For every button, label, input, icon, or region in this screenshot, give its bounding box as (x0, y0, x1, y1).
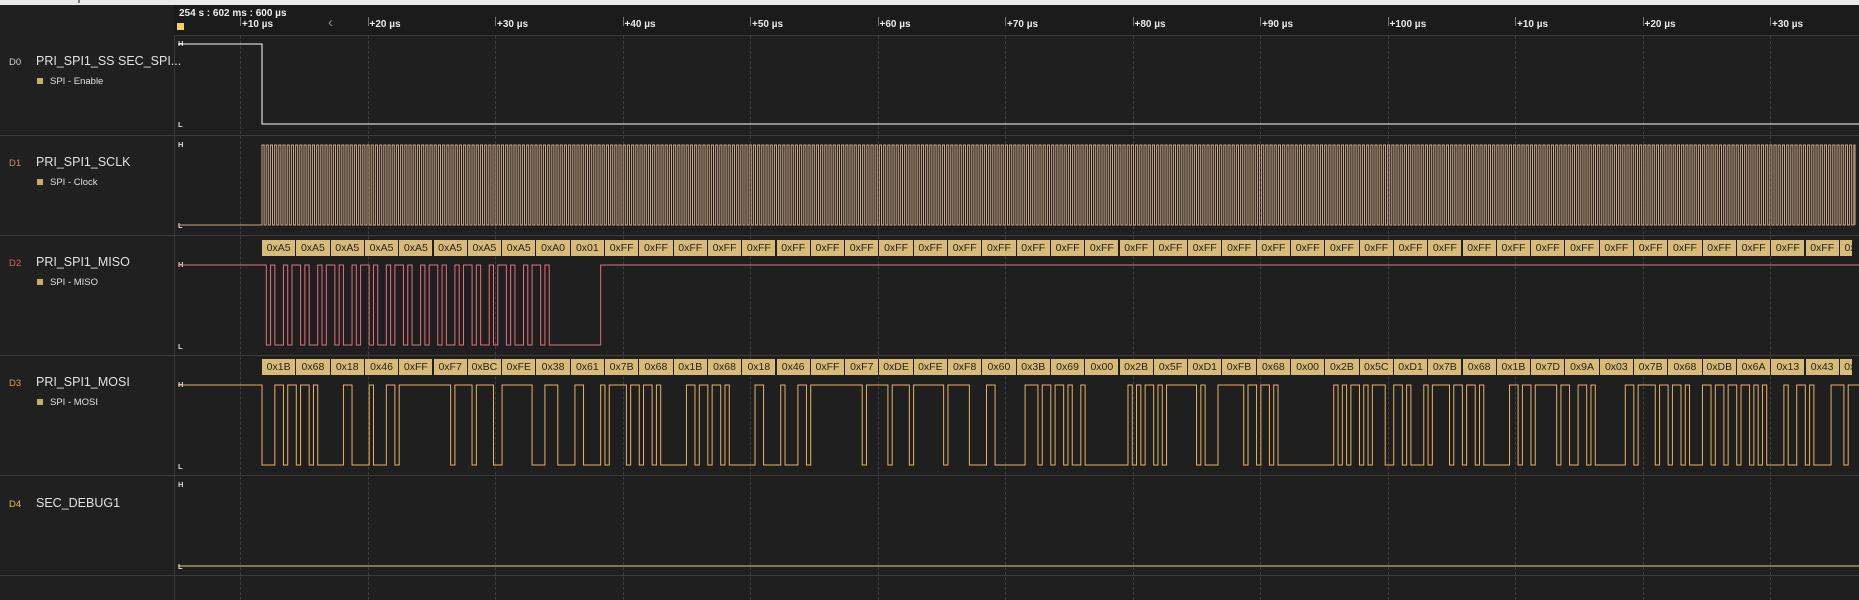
channel-d1-analyzer[interactable]: SPI - Clock (37, 177, 98, 188)
channel-d2-info[interactable]: D2 PRI_SPI1_MISO SPI - MISO (0, 246, 174, 336)
channel-d3-number: D3 (9, 378, 22, 389)
d0-waveform (178, 43, 1859, 125)
waveform-svg (178, 43, 1859, 567)
channel-d0-analyzer[interactable]: SPI - Enable (37, 76, 103, 87)
channel-d1-info[interactable]: D1 PRI_SPI1_SCLK SPI - Clock (0, 146, 174, 236)
d3-waveform (178, 384, 1859, 466)
channel-d3-name[interactable]: PRI_SPI1_MOSI (36, 375, 130, 389)
channel-d2-name[interactable]: PRI_SPI1_MISO (36, 255, 130, 269)
waveform-area[interactable] (174, 0, 1859, 600)
logic-analyzer-window: ‹ 254 s : 602 ms : 600 µs +10 µs +20 µs +3… (0, 0, 1859, 600)
channel-d0-info[interactable]: D0 PRI_SPI1_SS SEC_SPI... SPI - Enable (0, 45, 181, 135)
channel-d4-name[interactable]: SEC_DEBUG1 (36, 496, 120, 510)
analyzer-color-dot (37, 78, 43, 84)
analyzer-color-dot (37, 399, 43, 405)
channel-d3-info[interactable]: D3 PRI_SPI1_MOSI SPI - MOSI (0, 366, 174, 456)
channel-d4-info[interactable]: D4 SEC_DEBUG1 (0, 487, 174, 567)
channel-d0-number: D0 (9, 57, 22, 68)
channel-d1-name[interactable]: PRI_SPI1_SCLK (36, 155, 131, 169)
channel-d2-number: D2 (9, 258, 22, 269)
analyzer-color-dot (37, 179, 43, 185)
channel-d1-number: D1 (9, 158, 22, 169)
channel-d3-analyzer[interactable]: SPI - MOSI (37, 397, 98, 408)
d1-waveform (178, 144, 1856, 226)
d2-waveform (178, 264, 1859, 346)
channel-d4-number: D4 (9, 499, 22, 510)
analyzer-color-dot (37, 279, 43, 285)
channel-d0-name[interactable]: PRI_SPI1_SS SEC_SPI... (36, 54, 181, 68)
channel-d2-analyzer[interactable]: SPI - MISO (37, 277, 98, 288)
